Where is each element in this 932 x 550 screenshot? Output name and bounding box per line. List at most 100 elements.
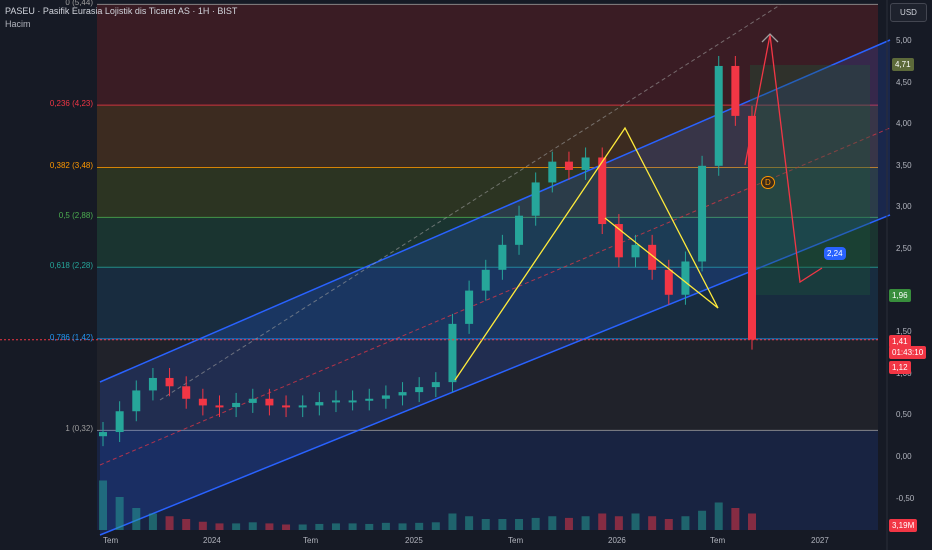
volume-bar [614,516,623,530]
candle-body [315,402,324,406]
volume-bar [182,519,191,530]
fib-level-label: 0 (5,44) [65,0,93,8]
fib-level-label: 0,786 (1,42) [49,332,93,342]
volume-bar [731,508,740,530]
volume-bar [165,516,174,530]
volume-bar [498,519,507,530]
candle-body [198,398,207,406]
candle-body [398,392,407,396]
candle-body [182,386,191,399]
candle-body [664,269,673,295]
candle-body [365,398,374,401]
candle-body [631,244,640,258]
volume-bar [748,513,756,530]
candle-body [431,382,440,388]
volume-bar [448,513,457,530]
time-axis-tick: 2025 [405,536,423,545]
volume-bar [132,508,141,530]
volume-label: Hacim [5,19,31,29]
candle-body [415,387,424,393]
target-label[interactable]: 2,24 [824,247,846,260]
volume-bar [348,523,357,530]
volume-bar [215,523,224,530]
candle-body [564,161,573,170]
candle-body [581,157,590,170]
volume-bar [681,516,690,530]
lower-target-badge: 1,96 [889,289,911,302]
candle-body [265,398,274,406]
volume-bar [265,523,274,530]
candle-body [298,405,307,408]
candle-body [448,323,457,383]
volume-bar [714,502,723,530]
volume-bar [531,517,540,530]
candle-body [282,405,291,408]
volume-bar [331,523,340,530]
price-axis-tick: 3,00 [896,202,912,212]
volume-bar [481,519,490,530]
volume-bar [631,513,640,530]
candle-body [531,182,540,216]
time-axis-tick: Tem [303,536,319,545]
low-price-badge: 1,12 [889,361,911,374]
price-chart[interactable] [0,0,932,550]
candle-body [698,165,707,262]
candle-body [248,398,257,403]
volume-bar [548,516,557,530]
volume-bar [465,516,474,530]
time-axis-tick: 2024 [203,536,221,545]
volume-bar [431,522,440,530]
candle-body [515,215,524,245]
volume-bar [415,522,424,530]
price-axis-tick: -0,50 [896,493,915,503]
time-axis-tick: 2026 [608,536,626,545]
fib-level-label: 1 (0,32) [65,424,93,434]
price-axis-tick: 4,00 [896,119,912,129]
volume-bar [198,521,207,530]
candle-body [99,432,107,437]
volume-bar [115,497,124,530]
volume-bar [365,523,374,530]
symbol-title[interactable]: PASEU · Pasifik Eurasia Lojistik dis Tic… [5,5,237,18]
volume-bar [581,516,590,530]
price-axis-tick: 2,50 [896,244,912,253]
candle-body [115,411,124,433]
price-axis-tick: 3,50 [896,160,912,170]
time-axis-tick: Tem [710,536,726,545]
volume-bar [248,522,257,530]
candle-body [148,377,157,391]
candle-body [215,405,224,408]
candle-body [598,157,607,225]
candle-body [232,402,241,408]
time-axis-tick: Tem [508,536,524,545]
currency-button[interactable]: USD [890,3,927,22]
candle-body [331,400,340,403]
price-axis-tick: 0,50 [896,410,912,420]
candle-body [714,65,723,166]
candle-body [548,161,557,183]
fib-level-label: 0,618 (2,28) [49,261,93,271]
candle-body [731,65,740,116]
volume-bar [381,522,390,530]
time-axis-tick: 2027 [811,536,829,545]
candle-body [132,390,141,412]
price-axis-tick: 4,50 [896,77,912,87]
bar-countdown-badge: 01:43:10 [889,346,927,359]
fib-level-label: 0,382 (3,48) [49,161,93,171]
candle-body [748,115,756,340]
chart-header: PASEU · Pasifik Eurasia Lojistik dis Tic… [5,5,237,31]
candle-body [498,244,507,270]
price-axis-tick: 0,00 [896,452,912,461]
candle-body [165,377,174,387]
volume-bar [315,523,324,530]
time-axis-tick: Tem [103,536,119,545]
candle-body [465,290,474,324]
volume-bar [232,523,241,530]
candle-body [681,261,690,295]
volume-bar [515,519,524,530]
candle-body [348,400,357,403]
volume-bar [298,524,307,530]
volume-bar [664,519,673,530]
volume-bar [564,517,573,530]
volume-bar [148,513,157,530]
